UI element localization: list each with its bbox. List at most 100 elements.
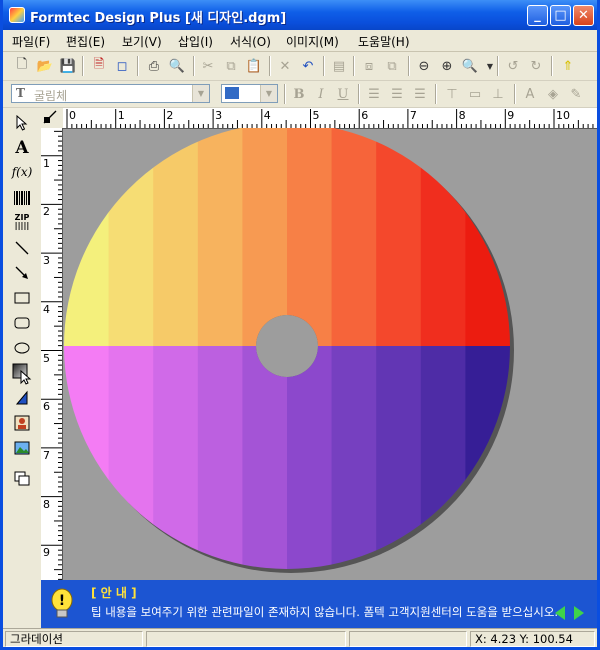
arrow-line-tool-icon[interactable] — [11, 263, 33, 283]
bold-button[interactable]: B — [290, 85, 308, 103]
print-icon[interactable]: ⎙ — [145, 57, 163, 75]
page-setup-icon[interactable]: 🗎 — [90, 57, 108, 75]
disc-top-band — [108, 123, 154, 346]
next-tip-icon[interactable] — [574, 606, 584, 620]
align-middle-icon[interactable]: ▭ — [466, 85, 484, 103]
align-top-icon[interactable]: ⊤ — [443, 85, 461, 103]
chevron-down-icon[interactable]: ▼ — [260, 85, 277, 102]
align-left-icon[interactable]: ☰ — [365, 85, 383, 103]
rectangle-tool-icon[interactable] — [11, 288, 33, 308]
disc-top-band — [287, 123, 333, 346]
picture-tool-icon[interactable] — [11, 413, 33, 433]
font-type-icon: T — [16, 86, 25, 100]
line-color-icon[interactable]: ✎ — [567, 85, 585, 103]
zoom-icon[interactable]: 🔍 — [461, 57, 479, 75]
new-file-icon[interactable]: 🗋 — [13, 57, 31, 75]
standard-toolbar: 🗋 📂 💾 🗎 ◻ ⎙ 🔍 ✂ ⧉ 📋 ✕ ↶ ▤ ⧈ ⧉ ⊖ ⊕ 🔍 ▼ ↺ … — [3, 52, 597, 81]
status-current-tool: 그라데이션 — [5, 631, 143, 647]
vertical-ruler: 1 2 3 4 5 6 7 8 9 — [41, 128, 63, 580]
tip-message: 팁 내용을 보여주기 위한 관련파일이 존재하지 않습니다. 폼텍 고객지원센터… — [91, 605, 559, 619]
title-bar[interactable]: Formtec Design Plus [새 디자인.dgm] _ □ ✕ — [3, 0, 597, 30]
group-objects-icon[interactable] — [11, 469, 33, 489]
menu-file[interactable]: 파일(F) — [12, 33, 50, 50]
menu-help[interactable]: 도움말(H) — [358, 33, 410, 50]
ruler-left-number: 5 — [43, 351, 50, 365]
ruler-left-number: 4 — [43, 302, 50, 316]
disc-top-band — [465, 123, 510, 346]
image-tool-icon[interactable] — [11, 438, 33, 458]
text-color-icon[interactable]: A — [521, 85, 539, 103]
disc-top-band — [197, 123, 243, 346]
underline-button[interactable]: U — [334, 85, 352, 103]
align-bottom-icon[interactable]: ⊥ — [489, 85, 507, 103]
disc-bottom-band — [331, 346, 377, 569]
ellipse-tool-icon[interactable] — [11, 338, 33, 358]
fill-color-icon[interactable]: ◈ — [544, 85, 562, 103]
maximize-button[interactable]: □ — [550, 5, 571, 26]
tip-bar: ! [ 안 내 ] 팁 내용을 보여주기 위한 관련파일이 존재하지 않습니다.… — [41, 580, 597, 628]
select-frame-icon[interactable]: ◻ — [113, 57, 131, 75]
font-name-combo[interactable]: T 굴림체 ▼ — [11, 84, 210, 103]
app-icon[interactable] — [9, 7, 25, 23]
help-pointer-icon[interactable]: ⇑ — [559, 57, 577, 75]
ruler-left-number: 8 — [43, 497, 50, 511]
print-preview-icon[interactable]: 🔍 — [168, 57, 186, 75]
disc-top-band — [376, 123, 422, 346]
properties-icon[interactable]: ▤ — [330, 57, 348, 75]
disc-top-band — [331, 123, 377, 346]
tool-palette: A f(x) ZIP ||||| — [3, 108, 42, 580]
ruler-top-number: 9 — [507, 109, 515, 122]
font-size-combo[interactable]: ▼ — [221, 84, 278, 103]
disc-top-band — [420, 123, 466, 346]
lightbulb-icon: ! — [49, 588, 75, 622]
select-arrow-icon[interactable] — [11, 113, 33, 133]
zip-barcode-tool-icon[interactable]: ZIP ||||| — [11, 212, 33, 232]
paste-icon[interactable]: 📋 — [245, 57, 263, 75]
chevron-down-icon[interactable]: ▼ — [192, 85, 209, 102]
send-backward-icon[interactable]: ⧉ — [383, 57, 401, 75]
ruler-top-number: 6 — [361, 109, 369, 122]
menu-insert[interactable]: 삽입(I) — [178, 33, 213, 50]
fill-tool-icon[interactable] — [11, 388, 33, 408]
rotate-right-icon[interactable]: ↻ — [527, 57, 545, 75]
undo-icon[interactable]: ↶ — [299, 57, 317, 75]
close-button[interactable]: ✕ — [573, 5, 594, 26]
ruler-left-number: 2 — [43, 205, 50, 219]
design-canvas[interactable]: 0 1 2 3 4 5 6 7 8 9 10 1 2 3 4 5 6 7 8 9 — [41, 108, 597, 580]
cut-icon[interactable]: ✂ — [199, 57, 217, 75]
ruler-corner[interactable] — [41, 108, 64, 129]
menu-image[interactable]: 이미지(M) — [286, 33, 339, 50]
ruler-left-number: 1 — [43, 156, 50, 170]
open-folder-icon[interactable]: 📂 — [36, 57, 54, 75]
ruler-top-number: 3 — [215, 109, 223, 122]
text-tool-icon[interactable]: A — [11, 138, 33, 158]
save-icon[interactable]: 💾 — [59, 57, 77, 75]
cd-label-disc[interactable] — [63, 123, 597, 580]
format-toolbar: T 굴림체 ▼ ▼ B I U ☰ ☰ ☰ ⊤ ▭ ⊥ A ◈ ✎ — [3, 81, 597, 108]
menu-view[interactable]: 보기(V) — [122, 33, 162, 50]
copy-icon[interactable]: ⧉ — [222, 57, 240, 75]
function-tool-icon[interactable]: f(x) — [11, 162, 33, 182]
disc-gradient[interactable] — [64, 123, 511, 569]
disc-bottom-band — [465, 346, 510, 569]
label-design-area[interactable] — [63, 123, 597, 580]
menu-format[interactable]: 서식(O) — [230, 33, 271, 50]
previous-tip-icon[interactable] — [555, 606, 565, 620]
svg-text:!: ! — [59, 593, 65, 609]
disc-bottom-band — [242, 346, 288, 569]
rotate-left-icon[interactable]: ↺ — [504, 57, 522, 75]
menu-edit[interactable]: 편집(E) — [66, 33, 105, 50]
delete-icon[interactable]: ✕ — [276, 57, 294, 75]
italic-button[interactable]: I — [312, 85, 330, 103]
bring-forward-icon[interactable]: ⧈ — [360, 57, 378, 75]
gradient-tool-icon[interactable] — [11, 363, 33, 385]
zoom-in-icon[interactable]: ⊕ — [438, 57, 456, 75]
ruler-top-number: 10 — [556, 109, 570, 122]
line-tool-icon[interactable] — [11, 238, 33, 258]
rounded-rectangle-tool-icon[interactable] — [11, 313, 33, 333]
barcode-tool-icon[interactable] — [11, 188, 33, 208]
align-center-icon[interactable]: ☰ — [388, 85, 406, 103]
minimize-button[interactable]: _ — [527, 5, 548, 26]
zoom-out-icon[interactable]: ⊖ — [415, 57, 433, 75]
align-right-icon[interactable]: ☰ — [411, 85, 429, 103]
